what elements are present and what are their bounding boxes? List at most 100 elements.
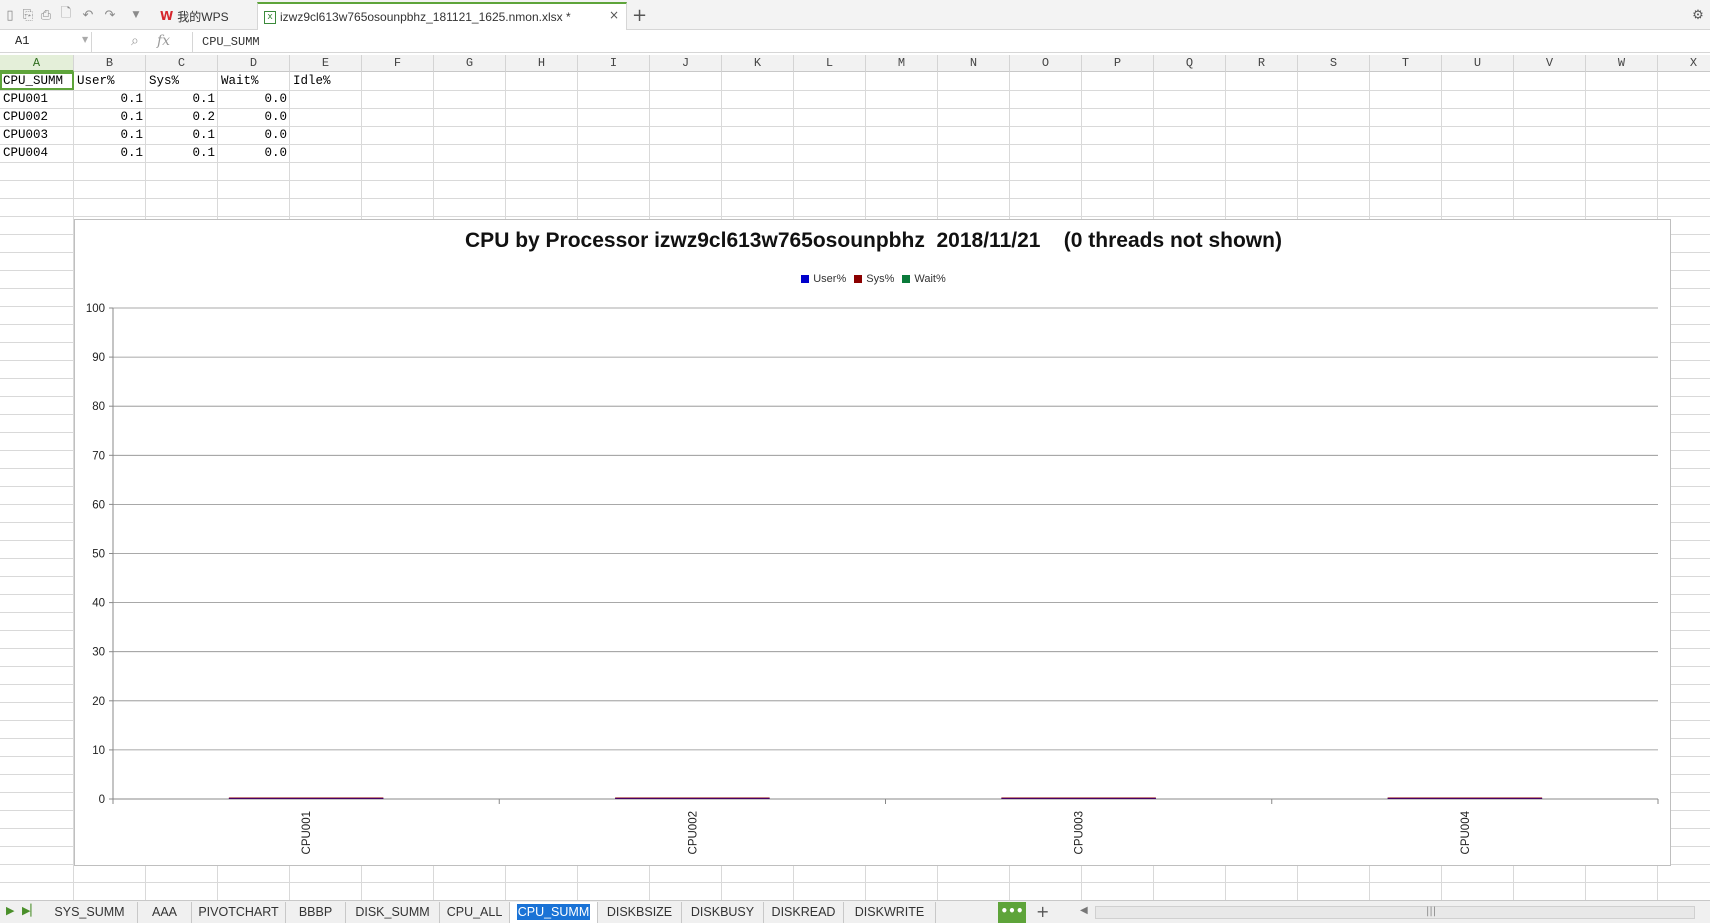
x-tick-label: CPU002 <box>687 811 699 854</box>
tab-my-wps[interactable]: W 我的WPS <box>154 2 256 30</box>
zoom-icon[interactable]: ⌕ <box>131 33 139 49</box>
column-header-f[interactable]: F <box>362 55 434 72</box>
function-icon[interactable]: fx <box>157 33 170 49</box>
legend-item: Sys% <box>854 273 894 285</box>
tab-diskwrite[interactable]: DISKWRITE <box>844 902 936 923</box>
cell-c2[interactable]: 0.1 <box>146 90 218 108</box>
legend-label: Sys% <box>866 273 895 285</box>
y-tick-label: 100 <box>86 303 105 315</box>
column-header-t[interactable]: T <box>1370 55 1442 72</box>
formula-input[interactable]: CPU_SUMM <box>192 32 1702 52</box>
settings-icon[interactable]: ⚙ <box>1690 7 1706 23</box>
tab-my-wps-label: 我的WPS <box>177 9 229 24</box>
column-header-q[interactable]: Q <box>1154 55 1226 72</box>
tab-disk-summ[interactable]: DISK_SUMM <box>346 902 440 923</box>
cell-a2[interactable]: CPU001 <box>0 90 74 108</box>
column-header-v[interactable]: V <box>1514 55 1586 72</box>
redo-icon[interactable]: ↷ <box>102 7 118 23</box>
cell-c1[interactable]: Sys% <box>146 72 218 90</box>
column-header-x[interactable]: X <box>1658 55 1710 72</box>
column-header-b[interactable]: B <box>74 55 146 72</box>
column-header-j[interactable]: J <box>650 55 722 72</box>
cell-a5[interactable]: CPU004 <box>0 144 74 162</box>
more-sheets-button[interactable]: ••• <box>998 902 1026 923</box>
column-header-s[interactable]: S <box>1298 55 1370 72</box>
column-header-c[interactable]: C <box>146 55 218 72</box>
chart-legend: User% Sys% Wait% <box>75 273 1672 285</box>
new-file-icon[interactable]: ▯ <box>2 7 18 23</box>
cell-d2[interactable]: 0.0 <box>218 90 290 108</box>
sheet-tab-label: PIVOTCHART <box>198 905 279 919</box>
column-header-n[interactable]: N <box>938 55 1010 72</box>
column-header-i[interactable]: I <box>578 55 650 72</box>
cell-b5[interactable]: 0.1 <box>74 144 146 162</box>
cell-a3[interactable]: CPU002 <box>0 108 74 126</box>
grid-row-line <box>0 882 1710 883</box>
cell-d1[interactable]: Wait% <box>218 72 290 90</box>
undo-icon[interactable]: ↶ <box>80 7 96 23</box>
new-tab-icon[interactable]: + <box>632 5 647 26</box>
column-header-l[interactable]: L <box>794 55 866 72</box>
column-header-e[interactable]: E <box>290 55 362 72</box>
cell-b4[interactable]: 0.1 <box>74 126 146 144</box>
cell-c3[interactable]: 0.2 <box>146 108 218 126</box>
grid-row-line <box>0 216 1710 217</box>
scrollbar-grip-icon[interactable]: ||| <box>1426 906 1436 917</box>
column-header-m[interactable]: M <box>866 55 938 72</box>
scroll-left-icon[interactable]: ◀ <box>1080 905 1088 916</box>
chart[interactable]: 0 10 20 30 40 50 60 70 80 90 100 CPU001 CPU002 CPU003… <box>74 219 1671 866</box>
column-header-g[interactable]: G <box>434 55 506 72</box>
horizontal-scrollbar[interactable]: ||| <box>1095 906 1695 919</box>
x-tick-label: CPU001 <box>301 811 313 854</box>
cell-a1[interactable]: CPU_SUMM <box>0 72 74 90</box>
name-box-dropdown-icon[interactable]: ▼ <box>82 35 88 44</box>
print-icon[interactable]: ⎙ <box>38 7 54 23</box>
x-tick-label: CPU004 <box>1460 810 1472 854</box>
tab-cpu-summ[interactable]: CPU_SUMM <box>510 902 598 923</box>
tab-bbbp[interactable]: BBBP <box>286 902 346 923</box>
cell-c5[interactable]: 0.1 <box>146 144 218 162</box>
tab-diskread[interactable]: DISKREAD <box>764 902 844 923</box>
print-preview-icon[interactable]: 🗋 <box>58 6 74 23</box>
cell-d4[interactable]: 0.0 <box>218 126 290 144</box>
tab-sys-summ[interactable]: SYS_SUMM <box>42 902 138 923</box>
open-file-icon[interactable]: ⎘ <box>20 7 36 23</box>
last-sheet-icon[interactable]: ▶▏ <box>22 904 39 917</box>
cell-b1[interactable]: User% <box>74 72 146 90</box>
column-header-d[interactable]: D <box>218 55 290 72</box>
legend-item: Wait% <box>902 273 946 285</box>
cell-b3[interactable]: 0.1 <box>74 108 146 126</box>
cell-d3[interactable]: 0.0 <box>218 108 290 126</box>
cell-d5[interactable]: 0.0 <box>218 144 290 162</box>
tab-cpu-all[interactable]: CPU_ALL <box>440 902 510 923</box>
name-box[interactable]: A1 <box>0 32 92 52</box>
title-tab-bar: ▯ ⎘ ⎙ 🗋 ↶ ↷ ▼ W 我的WPS x izwz9cl613w765os… <box>0 0 1710 30</box>
tab-aaa[interactable]: AAA <box>138 902 192 923</box>
add-sheet-icon[interactable]: + <box>1036 902 1049 921</box>
spreadsheet-grid[interactable]: ABCDEFGHIJKLMNOPQRSTUVWX CPU_SUMM User% Sy… <box>0 55 1710 901</box>
column-header-u[interactable]: U <box>1442 55 1514 72</box>
cell-a4[interactable]: CPU003 <box>0 126 74 144</box>
column-header-o[interactable]: O <box>1010 55 1082 72</box>
column-header-p[interactable]: P <box>1082 55 1154 72</box>
tab-close-icon[interactable]: × <box>609 8 619 22</box>
first-sheet-icon[interactable]: ▶ <box>6 904 14 917</box>
grid-row-line <box>0 162 1710 163</box>
cell-c4[interactable]: 0.1 <box>146 126 218 144</box>
cell-e1[interactable]: Idle% <box>290 72 362 90</box>
column-header-w[interactable]: W <box>1586 55 1658 72</box>
y-tick-label: 20 <box>92 696 105 708</box>
column-header-k[interactable]: K <box>722 55 794 72</box>
y-tick-label: 70 <box>92 450 105 462</box>
sheet-tab-label: DISKREAD <box>771 905 836 919</box>
column-header-a[interactable]: A <box>0 55 74 72</box>
tab-document[interactable]: x izwz9cl613w765osounpbhz_181121_1625.nm… <box>257 2 627 30</box>
bar-cpu002-sys <box>615 797 770 799</box>
tab-diskbusy[interactable]: DISKBUSY <box>682 902 764 923</box>
quick-access-dropdown-icon[interactable]: ▼ <box>128 7 144 23</box>
column-header-h[interactable]: H <box>506 55 578 72</box>
tab-diskbsize[interactable]: DISKBSIZE <box>598 902 682 923</box>
cell-b2[interactable]: 0.1 <box>74 90 146 108</box>
column-header-r[interactable]: R <box>1226 55 1298 72</box>
tab-pivotchart[interactable]: PIVOTCHART <box>192 902 286 923</box>
